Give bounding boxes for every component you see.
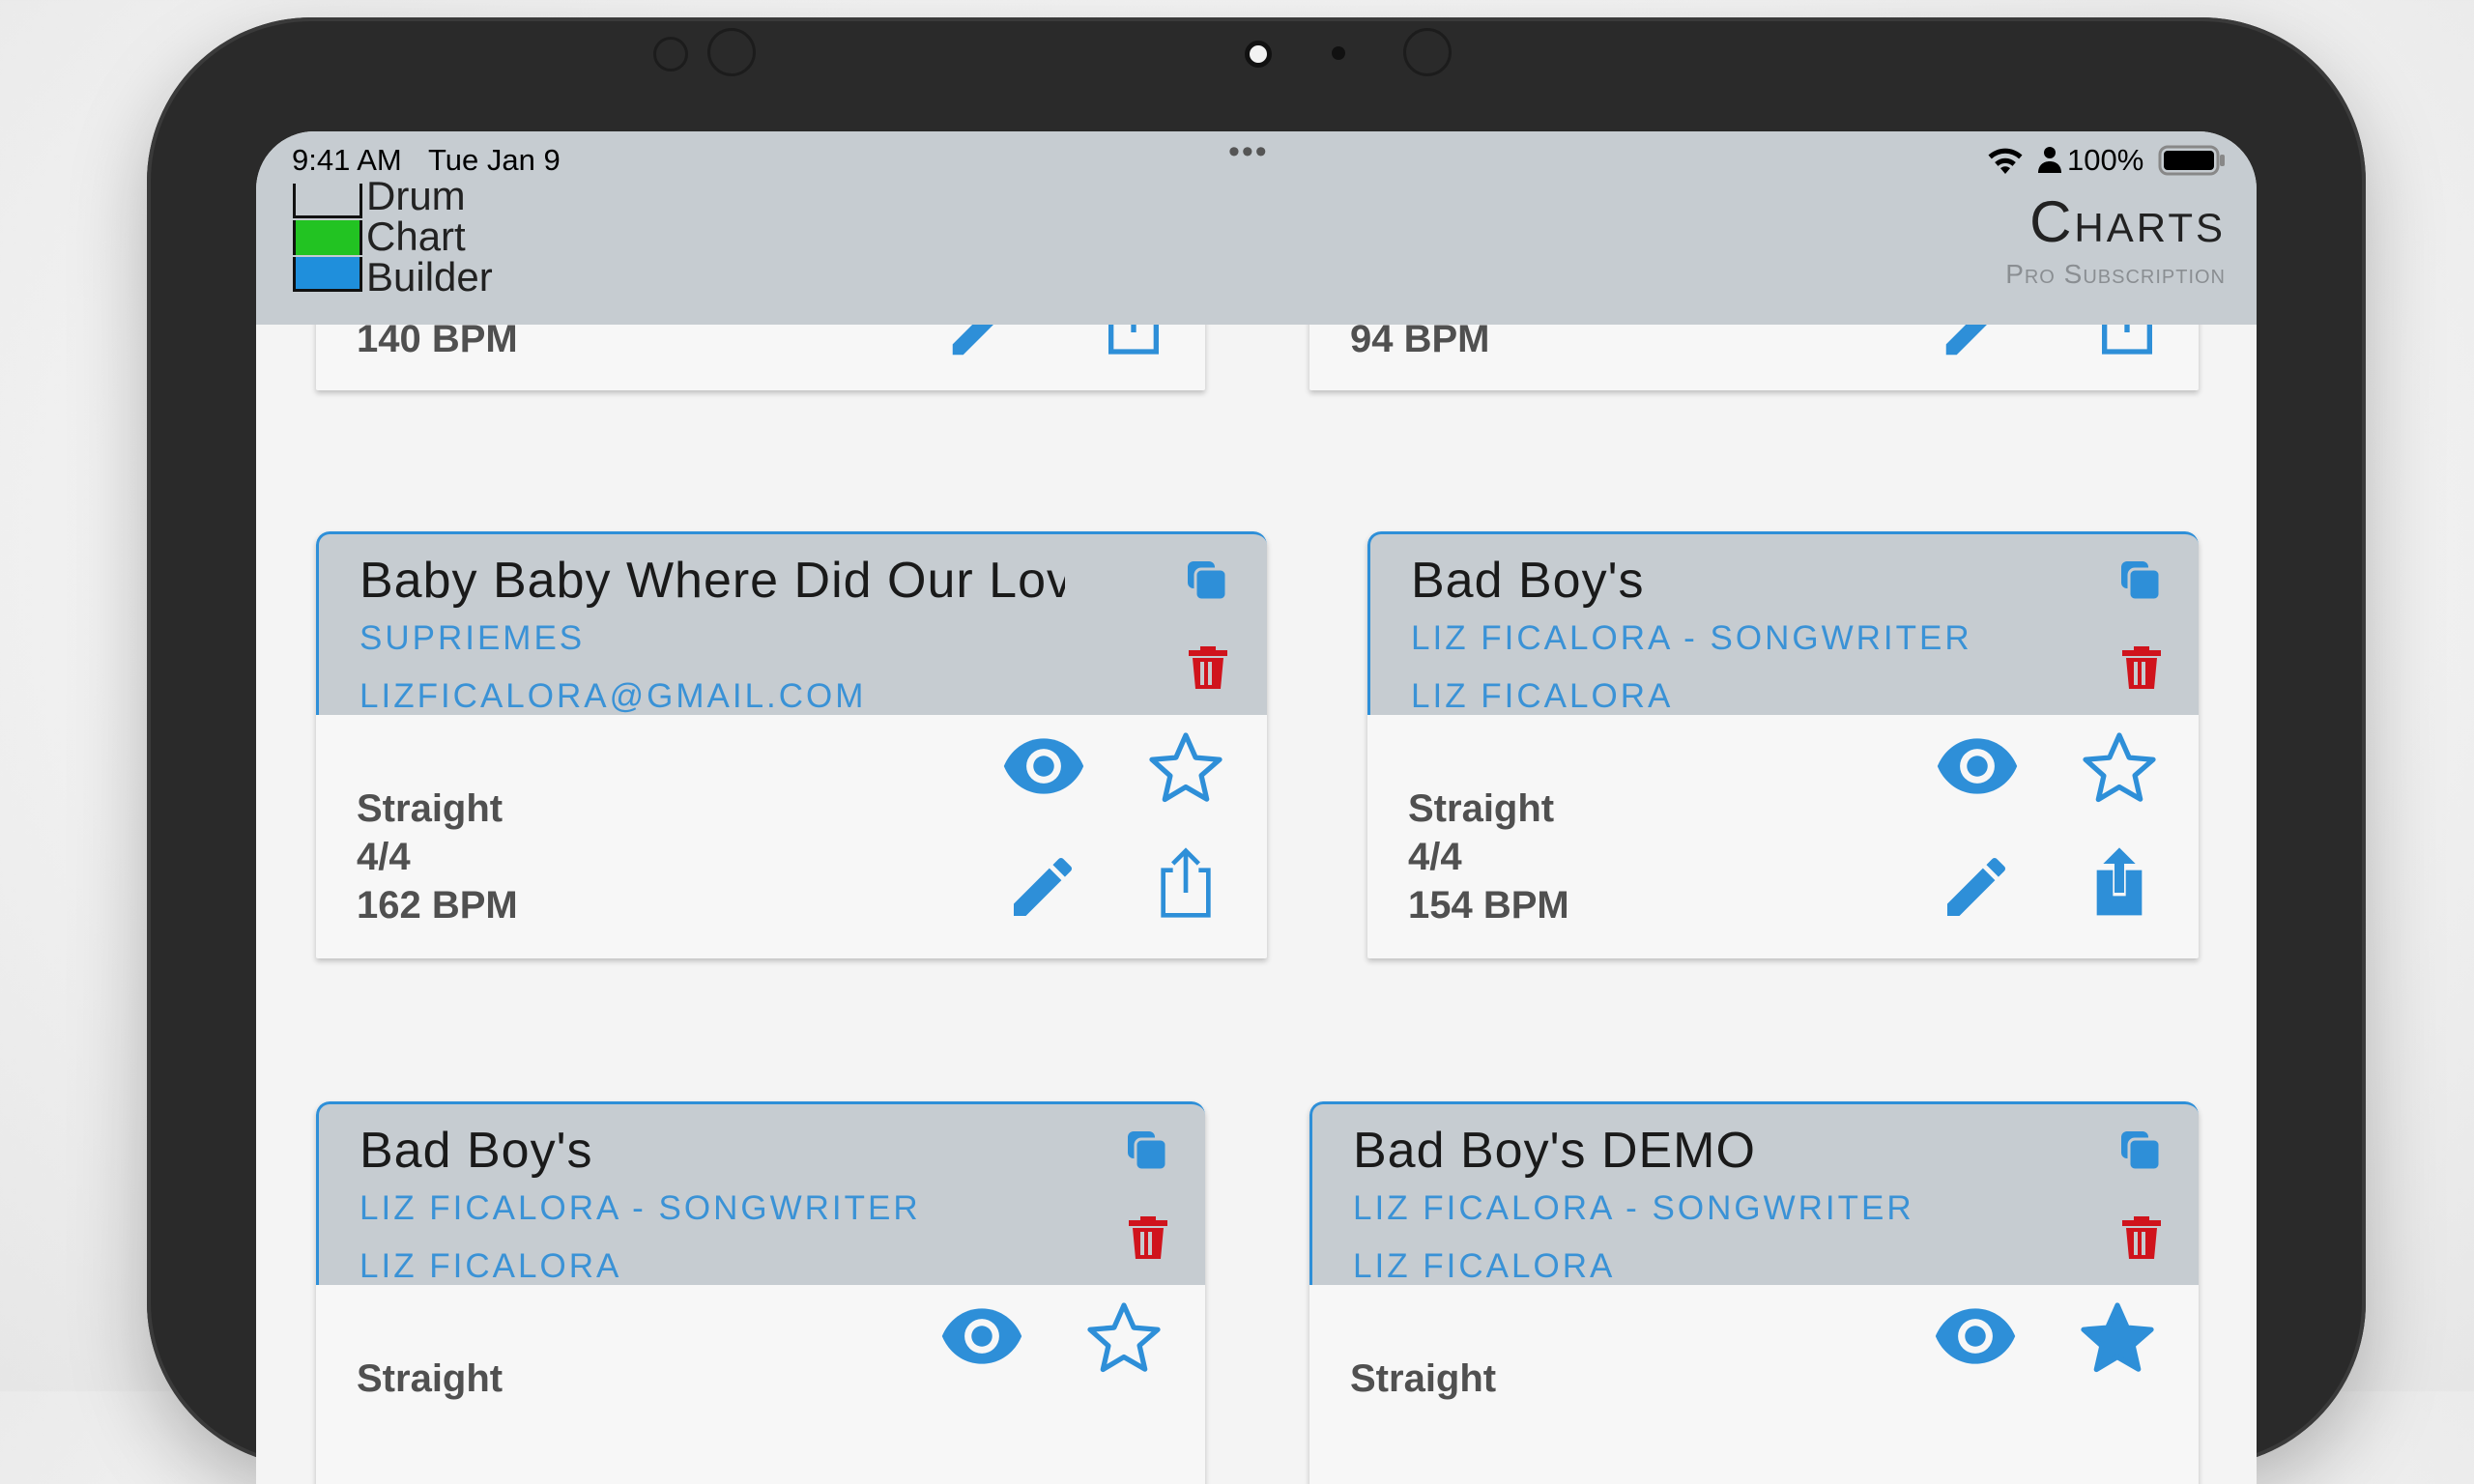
multitask-dots[interactable]: ••• <box>1228 133 1269 171</box>
share-icon[interactable] <box>1147 842 1224 924</box>
card-artist: LIZ FICALORA - SONGWRITER <box>1411 619 1972 657</box>
trash-icon[interactable] <box>2120 644 2163 691</box>
logo-text-line: Drum <box>366 173 466 218</box>
sensor-dot <box>707 28 756 76</box>
trash-icon[interactable] <box>1187 644 1229 691</box>
view-eye-icon[interactable] <box>1934 1304 2017 1368</box>
favorite-star-icon[interactable] <box>2079 728 2160 810</box>
duplicate-icon[interactable] <box>1124 1127 1170 1174</box>
shared-filled-icon[interactable] <box>2081 842 2158 924</box>
card-feel: Straight <box>1408 787 1555 830</box>
chart-card[interactable]: Baby Baby Where Did Our Lov SUPRIEMES LI… <box>316 531 1267 958</box>
favorite-star-icon[interactable] <box>1083 1298 1165 1380</box>
card-title: Baby Baby Where Did Our Lov <box>360 553 1065 609</box>
camera-lens <box>1245 41 1272 68</box>
battery-percent: 100% <box>2067 143 2144 177</box>
logo-bar-green <box>293 220 362 255</box>
duplicate-icon[interactable] <box>2117 1127 2164 1174</box>
card-details: Straight <box>357 1355 503 1403</box>
card-header: Bad Boy's DEMO LIZ FICALORA - SONGWRITER… <box>1309 1101 2199 1285</box>
card-details: Straight 4/4 154 BPM <box>1408 785 1569 929</box>
sensor-dot <box>1332 46 1345 60</box>
card-feel: Straight <box>1350 1357 1497 1400</box>
card-details: Straight 4/4 162 BPM <box>357 785 518 929</box>
card-header: Bad Boy's LIZ FICALORA - SONGWRITER LIZ … <box>1367 531 2199 715</box>
card-artist: LIZ FICALORA - SONGWRITER <box>360 1189 921 1227</box>
card-title: Bad Boy's <box>360 1123 593 1179</box>
card-title: Bad Boy's DEMO <box>1353 1123 1756 1179</box>
page-title: Charts <box>2029 189 2226 254</box>
card-title: Bad Boy's <box>1411 553 1645 609</box>
trash-icon[interactable] <box>1127 1214 1169 1261</box>
card-artist: LIZ FICALORA - SONGWRITER <box>1353 1189 1914 1227</box>
sensor-dot <box>1403 28 1452 76</box>
card-author: LIZ FICALORA <box>360 1247 622 1285</box>
chart-card[interactable]: Bad Boy's LIZ FICALORA - SONGWRITER LIZ … <box>1367 531 2199 958</box>
duplicate-icon[interactable] <box>1184 557 1230 604</box>
card-artist: SUPRIEMES <box>360 619 586 657</box>
duplicate-icon[interactable] <box>2117 557 2164 604</box>
card-details: Straight <box>1350 1355 1496 1403</box>
card-header: Bad Boy's LIZ FICALORA - SONGWRITER LIZ … <box>316 1101 1205 1285</box>
favorite-star-filled-icon[interactable] <box>2077 1298 2158 1380</box>
favorite-star-icon[interactable] <box>1145 728 1226 810</box>
trash-icon[interactable] <box>2120 1214 2163 1261</box>
card-feel: Straight <box>357 787 503 830</box>
page-title-block: Charts Pro Subscription <box>2005 191 2226 290</box>
view-eye-icon[interactable] <box>940 1304 1023 1368</box>
chart-card[interactable]: Bad Boy's LIZ FICALORA - SONGWRITER LIZ … <box>316 1101 1205 1484</box>
person-icon <box>2038 146 2061 173</box>
logo-text-line: Builder <box>366 254 493 300</box>
logo-bar-empty <box>293 184 362 218</box>
card-author: LIZFICALORA@GMAIL.COM <box>360 677 867 715</box>
card-bpm: 162 BPM <box>357 884 518 927</box>
card-author: LIZ FICALORA <box>1353 1247 1616 1285</box>
card-feel: Straight <box>357 1357 503 1400</box>
app-screen: 140 BPM 94 BPM Baby Baby Where Did Our L… <box>256 131 2257 1484</box>
view-eye-icon[interactable] <box>1002 734 1085 798</box>
app-header: 9:41 AM Tue Jan 9 ••• 100% Drum Chart Bu… <box>256 131 2257 325</box>
card-meter: 4/4 <box>357 836 411 878</box>
card-bpm: 154 BPM <box>1408 884 1569 927</box>
card-meter: 4/4 <box>1408 836 1462 878</box>
view-eye-icon[interactable] <box>1936 734 2019 798</box>
edit-pencil-icon[interactable] <box>1004 848 1081 926</box>
logo-bar-blue <box>293 257 362 292</box>
logo-text-line: Chart <box>366 214 466 259</box>
chart-list[interactable]: 140 BPM 94 BPM Baby Baby Where Did Our L… <box>256 131 2257 1484</box>
sensor-dot <box>653 37 688 71</box>
card-author: LIZ FICALORA <box>1411 677 1674 715</box>
wifi-icon <box>1986 145 2025 174</box>
battery-icon <box>2158 145 2226 176</box>
edit-pencil-icon[interactable] <box>1938 848 2015 926</box>
subscription-label[interactable]: Pro Subscription <box>2005 259 2226 290</box>
card-header: Baby Baby Where Did Our Lov SUPRIEMES LI… <box>316 531 1267 715</box>
chart-card[interactable]: Bad Boy's DEMO LIZ FICALORA - SONGWRITER… <box>1309 1101 2199 1484</box>
